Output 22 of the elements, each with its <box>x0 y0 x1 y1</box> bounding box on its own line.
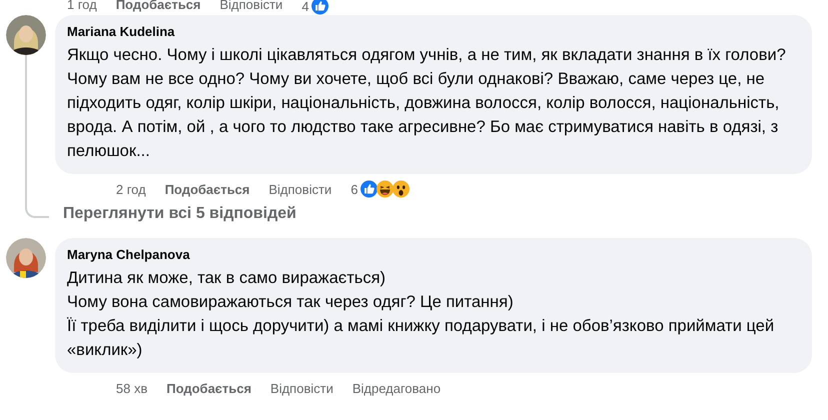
reply-link[interactable]: Відповісти <box>270 380 334 396</box>
comment-text: Якщо чесно. Чому і школі цікавляться одягом учнів, а не тим, як вкладати знання в їх голови? Чому вам не все одно? Чому ви хочете, щоб всі були однакові? Вважаю, саме через це, не підходить одяг, колір шкіри, національність, довжина волосся, колір волосся, національність, врода. А потім, ой , а чого то людство таке агресивне? Бо має стримуватися навіть в одязі, з пелюшок... <box>67 45 787 162</box>
surprised-emoji-icon <box>392 180 410 198</box>
like-icon <box>310 0 329 15</box>
comment-text: Її треба виділити і щось доручити) а мамі книжку подарувати, і не обов’язково приймати цей «виклик») <box>67 316 776 361</box>
author-name[interactable]: Maryna Chelpanova <box>67 247 800 262</box>
author-name[interactable]: Mariana Kudelina <box>67 24 800 39</box>
reaction-count: 4 <box>302 0 309 14</box>
thread-connector <box>25 202 49 218</box>
comment-time: 1 год <box>67 0 97 12</box>
view-replies-link[interactable]: Переглянути всі 5 відповідей <box>63 205 296 223</box>
comment-time: 2 год <box>116 182 146 196</box>
like-icon <box>360 180 378 198</box>
laughing-emoji-icon <box>376 180 394 198</box>
reply-link[interactable]: Відповісти <box>268 182 332 196</box>
edited-label: Відредаговано <box>352 380 441 396</box>
reaction-count: 6 <box>350 182 358 196</box>
like-link[interactable]: Подобається <box>166 380 252 396</box>
comment-text: Дитина як може, так в само виражається) <box>67 268 387 289</box>
comment-time: 58 хв <box>116 380 148 396</box>
comment-text: Чому вона самовиражаються так через одяг? Це питання) <box>67 292 514 313</box>
like-link[interactable]: Подобається <box>164 182 250 196</box>
